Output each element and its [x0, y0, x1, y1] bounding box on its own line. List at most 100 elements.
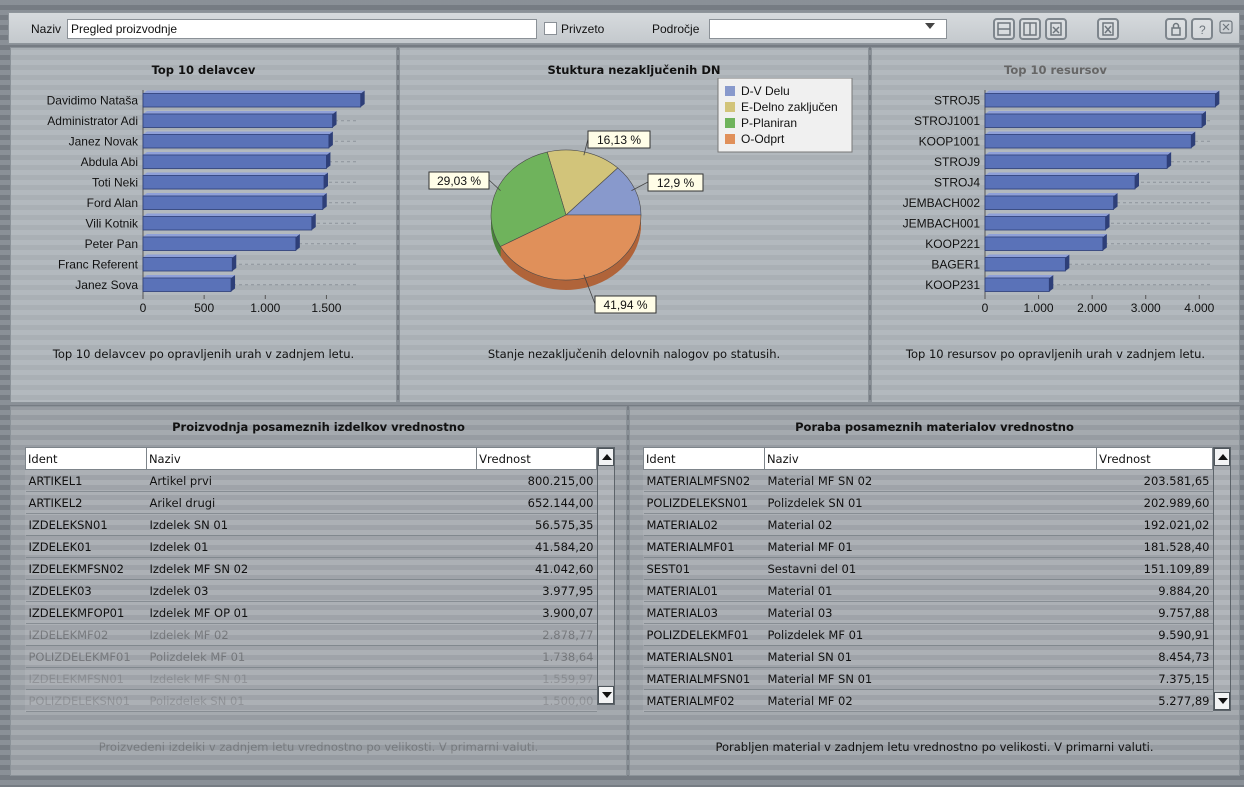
- cell-name: Sestavni del 01: [764, 557, 1097, 580]
- cell-value: 202.989,60: [1096, 491, 1213, 514]
- name-field[interactable]: Pregled proizvodnje: [67, 19, 537, 39]
- lock-icon: [1171, 22, 1181, 36]
- help-button[interactable]: ?: [1191, 18, 1213, 40]
- cell-ident: MATERIALMF01: [643, 535, 765, 558]
- cell-name: Izdelek MF 02: [146, 623, 477, 646]
- category-label: Peter Pan: [85, 237, 138, 251]
- legend-swatch: [725, 118, 735, 128]
- scroll-down-button[interactable]: [598, 686, 614, 704]
- bar-top: [143, 110, 337, 114]
- layout-columns-button[interactable]: [1019, 18, 1041, 40]
- value-label: 29,03 %: [437, 174, 481, 188]
- cell-value: 800.215,00: [476, 469, 597, 492]
- cell-ident: IZDELEKMF02: [25, 623, 147, 646]
- bar-face: [984, 277, 1050, 292]
- table-row[interactable]: MATERIALMFSN01 Material MF SN 01 7.375,15: [643, 667, 1213, 690]
- cell-name: Polizdelek MF 01: [146, 645, 477, 668]
- table-row[interactable]: ARTIKEL2 Arikel drugi 652.144,00: [25, 491, 597, 514]
- cell-ident: POLIZDELEKMF01: [25, 645, 147, 668]
- cell-name: Material 03: [764, 601, 1097, 624]
- products-scrollbar[interactable]: [597, 447, 615, 705]
- col-header-value[interactable]: Vrednost: [1096, 447, 1213, 470]
- table-row[interactable]: MATERIALMFSN02 Material MF SN 02 203.581,6…: [643, 469, 1213, 492]
- cell-value: 3.977,95: [476, 579, 597, 602]
- cell-value: 2.878,77: [476, 623, 597, 646]
- arrow-down-icon: [602, 692, 612, 698]
- legend: D-V Delu E-Delno zaključen P-Planiran O-Odp…: [717, 78, 853, 153]
- materials-panel: Poraba posameznih materialov vrednostno …: [629, 406, 1240, 776]
- category-label: STROJ4: [934, 175, 980, 189]
- bar-top: [143, 151, 331, 155]
- col-header-ident[interactable]: Ident: [643, 447, 765, 470]
- bar-face: [984, 134, 1192, 149]
- table-row[interactable]: MATERIALSN01 Material SN 01 8.454,73: [643, 645, 1213, 668]
- table-row[interactable]: MATERIAL03 Material 03 9.757,88: [643, 601, 1213, 624]
- bar: [142, 90, 365, 108]
- table-row[interactable]: POLIZDELEKMF01 Polizdelek MF 01 9.590,91: [643, 623, 1213, 646]
- scroll-up-button[interactable]: [1214, 448, 1230, 466]
- cell-ident: SEST01: [643, 557, 765, 580]
- materials-table-wrap: Ident Naziv Vrednost MATERIALMFSN02 Mater…: [643, 447, 1213, 712]
- bar: [984, 213, 1110, 231]
- cell-ident: IZDELEKMFSN01: [25, 667, 147, 690]
- bar-top: [985, 90, 1220, 94]
- label-leader: [631, 181, 649, 192]
- table-row[interactable]: MATERIALMF01 Material MF 01 181.528,40: [643, 535, 1213, 558]
- bar: [142, 233, 300, 251]
- col-header-name[interactable]: Naziv: [763, 447, 1098, 470]
- bar-face: [984, 257, 1066, 272]
- resources-title: Top 10 resursov: [1004, 63, 1107, 77]
- resources-chart: STROJ5 STROJ1001 KOOP1001 STROJ9 STROJ4 JEMBA…: [903, 90, 1220, 315]
- resources-caption: Top 10 resursov po opravljenih urah v za…: [905, 347, 1206, 361]
- tick-label: 0: [982, 301, 989, 315]
- table-row[interactable]: POLIZDELEKMF01 Polizdelek MF 01 1.738,64: [25, 645, 597, 668]
- table-row[interactable]: POLIZDELEKSN01 Polizdelek SN 01 1.500,00: [25, 689, 597, 712]
- cell-value: 41.042,60: [476, 557, 597, 580]
- table-row[interactable]: SEST01 Sestavni del 01 151.109,89: [643, 557, 1213, 580]
- legend-label: P-Planiran: [741, 116, 797, 130]
- table-row[interactable]: MATERIALMF02 Material MF 02 5.277,89: [643, 689, 1213, 712]
- export-excel-button[interactable]: [1097, 18, 1119, 40]
- bar-face: [142, 154, 327, 169]
- bar-face: [142, 277, 232, 292]
- pinned-checkbox[interactable]: [544, 22, 557, 35]
- cell-name: Material MF 01: [764, 535, 1097, 558]
- table-row[interactable]: MATERIAL01 Material 01 9.884,20: [643, 579, 1213, 602]
- table-row[interactable]: IZDELEKMF02 Izdelek MF 02 2.878,77: [25, 623, 597, 646]
- table-row[interactable]: IZDELEKMFSN01 Izdelek MF SN 01 1.559,97: [25, 667, 597, 690]
- col-header-ident[interactable]: Ident: [25, 447, 147, 470]
- col-header-value[interactable]: Vrednost: [476, 447, 597, 470]
- category-label: Franc Referent: [58, 257, 139, 271]
- table-row[interactable]: IZDELEKSN01 Izdelek SN 01 56.575,35: [25, 513, 597, 536]
- legend-swatch: [725, 86, 735, 96]
- layout-rows-button[interactable]: [993, 18, 1015, 40]
- toolbar: Naziv Pregled proizvodnje Privzeto Podro…: [8, 12, 1240, 44]
- table-row[interactable]: MATERIAL02 Material 02 192.021,02: [643, 513, 1213, 536]
- chevron-down-icon[interactable]: [925, 23, 935, 29]
- bar-face: [984, 195, 1114, 210]
- close-button[interactable]: [1217, 18, 1235, 40]
- bar-top: [143, 233, 300, 237]
- table-row[interactable]: IZDELEKMFOP01 Izdelek MF OP 01 3.900,07: [25, 601, 597, 624]
- value-label: 12,9 %: [657, 176, 695, 190]
- workers-title: Top 10 delavcev: [151, 63, 256, 77]
- bar: [142, 254, 237, 272]
- table-row[interactable]: POLIZDELEKSN01 Polizdelek SN 01 202.989,60: [643, 491, 1213, 514]
- table-row[interactable]: IZDELEK03 Izdelek 03 3.977,95: [25, 579, 597, 602]
- bar: [142, 110, 337, 128]
- table-row[interactable]: IZDELEKMFSN02 Izdelek MF SN 02 41.042,60: [25, 557, 597, 580]
- cell-name: Izdelek MF OP 01: [146, 601, 477, 624]
- area-select[interactable]: [709, 19, 947, 39]
- cell-name: Material 02: [764, 513, 1097, 536]
- table-row[interactable]: ARTIKEL1 Artikel prvi 800.215,00: [25, 469, 597, 492]
- table-row[interactable]: IZDELEK01 Izdelek 01 41.584,20: [25, 535, 597, 558]
- materials-scrollbar[interactable]: [1213, 447, 1231, 711]
- scroll-up-button[interactable]: [598, 448, 614, 466]
- bar-face: [142, 236, 297, 251]
- category-label: JEMBACH001: [903, 216, 981, 230]
- bar: [142, 131, 333, 149]
- lock-button[interactable]: [1165, 18, 1187, 40]
- scroll-down-button[interactable]: [1214, 692, 1230, 710]
- col-header-name[interactable]: Naziv: [145, 447, 478, 470]
- print-button[interactable]: [1045, 18, 1067, 40]
